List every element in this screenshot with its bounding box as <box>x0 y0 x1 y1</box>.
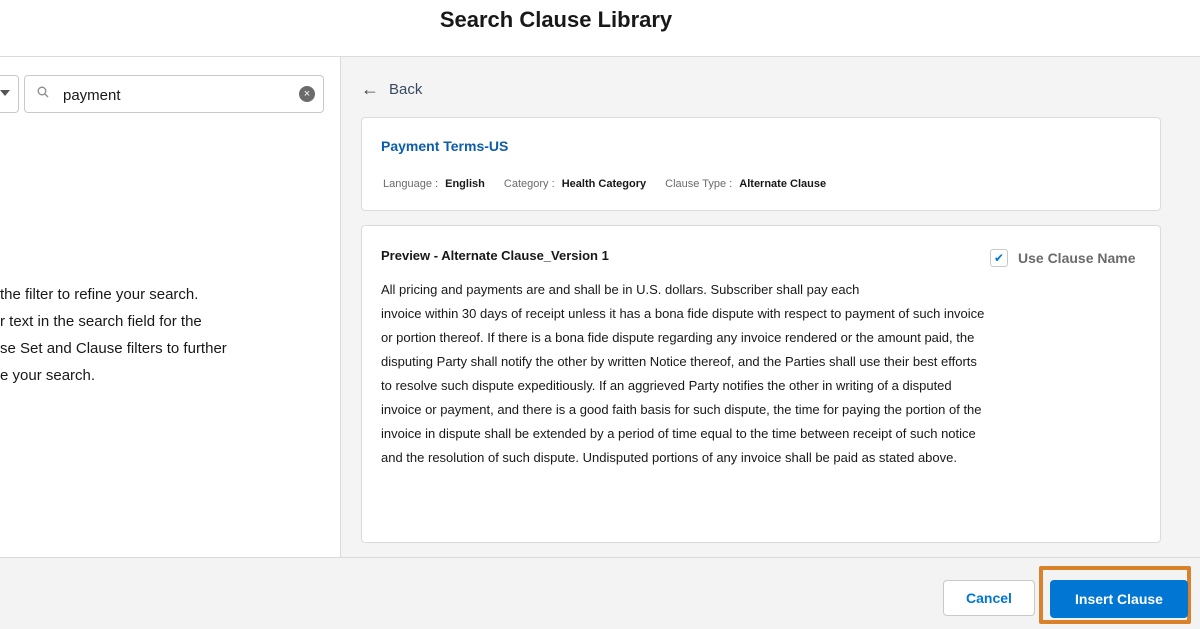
clear-icon[interactable]: × <box>299 86 315 102</box>
preview-line: All pricing and payments are and shall b… <box>381 282 860 297</box>
modal-title: Search Clause Library <box>439 7 673 32</box>
cancel-button[interactable]: Cancel <box>943 580 1035 616</box>
preview-body: All pricing and payments are and shall b… <box>381 278 1161 470</box>
preview-line: or portion thereof. If there is a bona f… <box>381 330 975 345</box>
insert-clause-button[interactable]: Insert Clause <box>1050 580 1188 618</box>
back-label: Back <box>389 81 423 98</box>
arrow-left-icon: ← <box>361 79 379 99</box>
clause-meta: Language : English Category : Health Cat… <box>383 178 842 190</box>
language-value: English <box>445 178 485 190</box>
help-text: the filter to refine your search. r text… <box>0 281 330 389</box>
category-label: Category : <box>503 178 555 190</box>
use-clause-name-option[interactable]: ✔ Use Clause Name <box>990 249 1136 267</box>
search-input[interactable] <box>61 82 295 108</box>
search-icon <box>37 86 49 98</box>
use-clause-name-checkbox[interactable]: ✔ <box>990 249 1008 267</box>
preview-card: Preview - Alternate Clause_Version 1 ✔ U… <box>361 225 1161 543</box>
preview-line: disputing Party shall notify the other b… <box>381 354 977 369</box>
clause-card: Payment Terms-US Language : English Cate… <box>361 117 1161 211</box>
chevron-down-icon <box>0 90 10 96</box>
modal-header: Search Clause Library <box>0 0 1200 57</box>
help-line: e your search. <box>0 367 96 384</box>
preview-line: to resolve such dispute expeditiously. I… <box>381 378 952 393</box>
filter-dropdown[interactable] <box>0 75 19 113</box>
back-link[interactable]: ← Back <box>361 79 422 100</box>
help-line: se Set and Clause filters to further <box>0 340 227 357</box>
preview-line: and the resolution of such dispute. Undi… <box>381 450 957 465</box>
right-panel: ← Back Payment Terms-US Language : Engli… <box>341 57 1200 557</box>
clause-name-link[interactable]: Payment Terms-US <box>381 138 508 154</box>
help-line: the filter to refine your search. <box>0 286 199 303</box>
clause-type-value: Alternate Clause <box>739 178 827 190</box>
search-box[interactable]: × <box>24 75 324 113</box>
preview-title: Preview - Alternate Clause_Version 1 <box>381 248 609 263</box>
help-line: r text in the search field for the <box>0 313 202 330</box>
left-panel: × the filter to refine your search. r te… <box>0 57 341 557</box>
use-clause-name-label: Use Clause Name <box>1018 250 1136 266</box>
clause-type-label: Clause Type : <box>665 178 733 190</box>
language-label: Language : <box>383 178 439 190</box>
modal-footer: Cancel Insert Clause <box>0 557 1200 629</box>
category-value: Health Category <box>561 178 647 190</box>
preview-line: invoice within 30 days of receipt unless… <box>381 306 985 321</box>
preview-line: invoice in dispute shall be extended by … <box>381 426 976 441</box>
preview-line: invoice or payment, and there is a good … <box>381 402 982 417</box>
